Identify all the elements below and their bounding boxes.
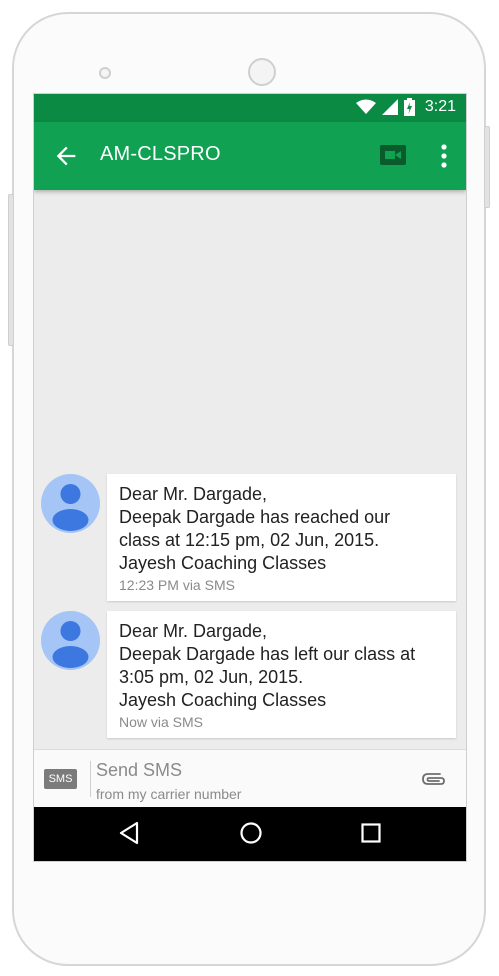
back-arrow-icon[interactable] — [52, 142, 80, 170]
screen: 3:21 AM-CLSPRO Dear Mr. Dargade, Deepak … — [33, 93, 467, 862]
status-bar: 3:21 — [34, 94, 466, 122]
sms-badge: SMS — [44, 769, 77, 789]
sender-hint: from my carrier number — [96, 786, 242, 802]
back-triangle-icon[interactable] — [118, 821, 140, 845]
system-nav-bar — [34, 807, 466, 861]
message-timestamp: 12:23 PM via SMS — [119, 577, 235, 593]
recents-square-icon[interactable] — [360, 821, 382, 845]
message-list: Dear Mr. Dargade, Deepak Dargade has rea… — [34, 190, 466, 750]
message-line: Dear Mr. Dargade, — [119, 621, 268, 641]
compose-divider — [90, 761, 91, 797]
message-bubble[interactable]: Dear Mr. Dargade, Deepak Dargade has rea… — [107, 474, 456, 601]
message-line: Jayesh Coaching Classes — [119, 690, 327, 710]
person-icon — [52, 484, 89, 531]
app-bar: AM-CLSPRO — [34, 122, 466, 190]
attachment-icon[interactable] — [420, 768, 446, 788]
message-line: Deepak Dargade has left our class at — [119, 644, 416, 664]
home-circle-icon[interactable] — [239, 821, 263, 845]
avatar[interactable] — [41, 474, 100, 533]
message-bubble[interactable]: Dear Mr. Dargade, Deepak Dargade has lef… — [107, 611, 456, 738]
message-line: class at 12:15 pm, 02 Jun, 2015. — [119, 530, 380, 550]
more-vert-icon[interactable] — [440, 142, 448, 170]
wifi-icon — [355, 99, 376, 114]
signal-icon — [381, 99, 398, 115]
avatar[interactable] — [41, 611, 100, 670]
conversation-title: AM-CLSPRO — [100, 143, 221, 165]
volume-button — [8, 194, 14, 346]
message-line: Deepak Dargade has reached our — [119, 507, 391, 527]
message-input[interactable]: Send SMS — [96, 760, 182, 781]
compose-bar: SMS Send SMS from my carrier number — [34, 749, 466, 808]
front-sensor — [99, 67, 111, 79]
message-timestamp: Now via SMS — [119, 714, 204, 730]
earpiece-speaker — [248, 58, 276, 86]
status-time: 3:21 — [424, 98, 456, 115]
message-line: Jayesh Coaching Classes — [119, 553, 327, 573]
power-button — [484, 126, 490, 208]
battery-charging-icon — [403, 98, 415, 116]
message-line: Dear Mr. Dargade, — [119, 484, 268, 504]
person-icon — [52, 621, 89, 668]
message-line: 3:05 pm, 02 Jun, 2015. — [119, 667, 304, 687]
video-call-icon[interactable] — [380, 145, 406, 165]
